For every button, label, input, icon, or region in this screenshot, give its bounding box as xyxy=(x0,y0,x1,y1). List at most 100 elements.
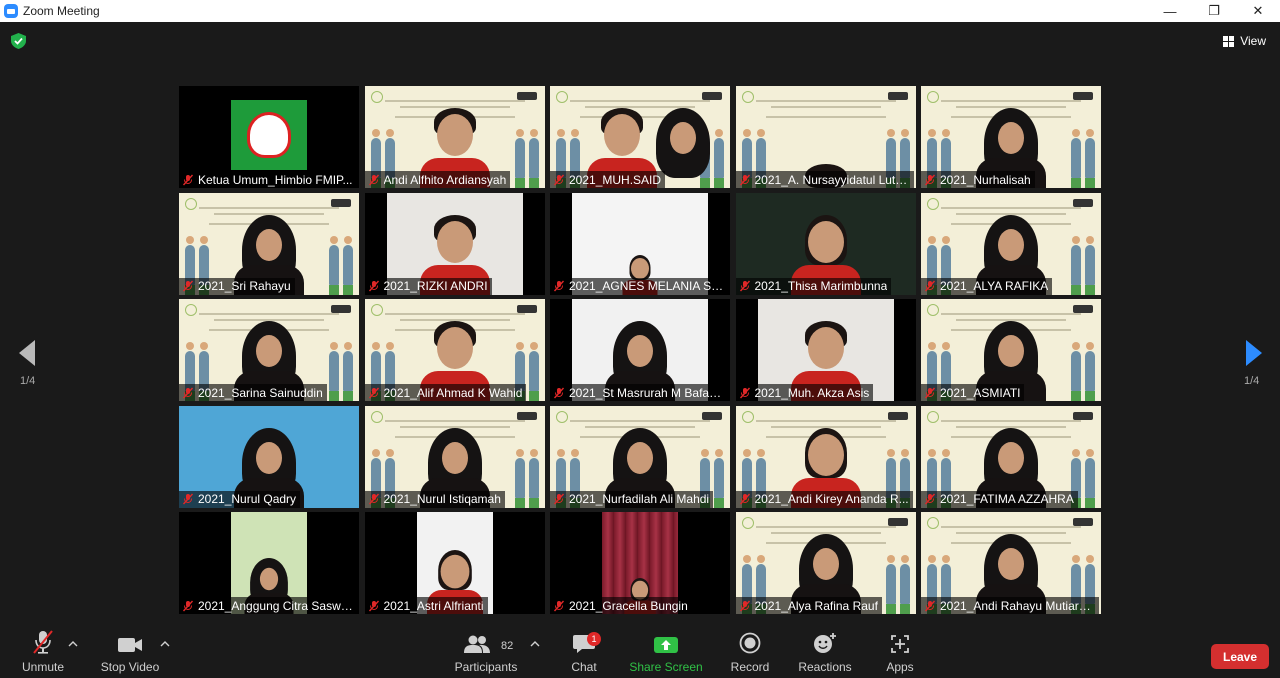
previous-page-arrow-icon[interactable] xyxy=(13,338,43,368)
participant-name: 2021_Nurfadilah Ali Mahdi xyxy=(569,492,710,506)
participant-name: 2021_Muh. Akza Asis xyxy=(754,385,870,400)
participant-name: 2021_Nurul Istiqamah xyxy=(383,492,501,506)
stop-video-button[interactable]: Stop Video xyxy=(98,626,162,678)
participant-video-tile[interactable]: 2021_Astri Alfrianti xyxy=(364,512,545,614)
muted-mic-icon xyxy=(182,600,194,611)
participant-name: Ketua Umum_Himbio FMIP... xyxy=(198,172,353,187)
participant-video-tile[interactable]: 2021_Muh. Akza Asis xyxy=(735,299,916,401)
participant-name: 2021_Thisa Marimbunna xyxy=(754,279,888,293)
record-icon xyxy=(739,632,761,654)
view-button[interactable]: View xyxy=(1223,32,1266,50)
participants-icon xyxy=(464,635,490,653)
participant-video-tile[interactable]: 2021_Alya Rafina Rauf xyxy=(735,512,916,614)
participant-name-label: 2021_ALYA RAFIKA xyxy=(921,277,1053,295)
participant-name: 2021_Astri Alfrianti xyxy=(383,598,484,613)
participant-video-tile[interactable]: 2021_Andi Rahayu Mutiara ... xyxy=(921,512,1101,614)
muted-mic-icon xyxy=(368,387,379,398)
participant-video-tile[interactable]: 2021_Nurul Qadry xyxy=(179,405,359,508)
participant-video-tile[interactable]: 2021_Nurhalisah xyxy=(921,86,1101,188)
participant-name-label: 2021_MUH.SAID xyxy=(550,171,666,188)
participant-video-tile[interactable]: 2021_Nurul Istiqamah xyxy=(364,405,545,508)
page-indicator-left: 1/4 xyxy=(20,375,36,387)
participant-video-tile[interactable]: 2021_AGNES MELANIA S.IR... xyxy=(550,192,730,295)
muted-mic-icon xyxy=(924,493,936,505)
participant-video-tile[interactable]: 2021_Andi Kirey Ananda R... xyxy=(735,405,916,508)
participant-name: 2021_Alya Rafina Rauf xyxy=(754,598,878,613)
participant-name-label: 2021_A. Nursayyidatul Lutfi... xyxy=(735,171,914,188)
muted-microphone-icon xyxy=(33,630,53,654)
stop-video-label: Stop Video xyxy=(100,660,160,674)
participant-video-tile[interactable]: 2021_ASMIATI xyxy=(921,299,1101,401)
muted-mic-icon xyxy=(924,280,936,292)
close-button[interactable]: ✕ xyxy=(1236,0,1280,22)
participant-video-tile[interactable]: 2021_St Masrurah M Bafad... xyxy=(550,299,730,401)
participant-name: 2021_Sarina Sainuddin xyxy=(198,385,323,400)
security-shield-icon[interactable] xyxy=(11,33,26,49)
muted-mic-icon xyxy=(182,493,194,505)
chat-label: Chat xyxy=(571,660,597,674)
restore-button[interactable]: ❐ xyxy=(1192,0,1236,22)
participant-name-label: 2021_Anggung Citra Saswita xyxy=(179,597,357,614)
participant-video-tile[interactable]: 2021_A. Nursayyidatul Lutfi... xyxy=(735,86,916,188)
participant-name-label: 2021_FATIMA AZZAHRA xyxy=(921,490,1078,508)
minimize-button[interactable]: — xyxy=(1148,0,1192,22)
participant-name: 2021_Alif Ahmad K Wahid xyxy=(383,385,523,400)
participant-video-tile[interactable]: 2021_FATIMA AZZAHRA xyxy=(921,405,1101,508)
participant-name-label: 2021_Sarina Sainuddin xyxy=(179,384,327,401)
participant-name: 2021_Sri Rahayu xyxy=(198,279,291,293)
leave-button[interactable]: Leave xyxy=(1211,644,1269,669)
participant-name: 2021_AGNES MELANIA S.IR... xyxy=(569,279,724,293)
participant-name-label: 2021_AGNES MELANIA S.IR... xyxy=(550,277,728,295)
participant-video-tile[interactable]: 2021_Sri Rahayu xyxy=(179,192,359,295)
participant-video-tile[interactable]: 2021_Nurfadilah Ali Mahdi xyxy=(550,405,730,508)
participant-video-tile[interactable]: 2021_MUH.SAID xyxy=(550,86,730,188)
meeting-toolbar: Unmute Stop Video Participants 82 Chat 1… xyxy=(0,626,1280,678)
meeting-area: View 1/4 1/4 Ketua Umum_Himbio FMIP... An… xyxy=(0,22,1280,626)
share-screen-label: Share Screen xyxy=(629,660,703,674)
participant-name-label: 2021_Gracella Bungin xyxy=(550,597,692,614)
unmute-button[interactable]: Unmute xyxy=(18,626,68,678)
muted-mic-icon xyxy=(553,174,565,185)
participants-button[interactable]: Participants xyxy=(452,626,520,678)
participant-video-tile[interactable]: 2021_Thisa Marimbunna xyxy=(735,192,916,295)
participant-video-tile[interactable]: 2021_Sarina Sainuddin xyxy=(179,299,359,401)
video-options-chevron-up-icon[interactable] xyxy=(160,640,170,648)
apps-icon xyxy=(891,635,909,653)
participant-name-label: 2021_Nurul Istiqamah xyxy=(364,490,505,508)
participant-name-label: 2021_Nurul Qadry xyxy=(179,490,301,508)
apps-button[interactable]: Apps xyxy=(880,626,920,678)
muted-mic-icon xyxy=(553,600,565,611)
record-button[interactable]: Record xyxy=(728,626,772,678)
participant-name-label: 2021_Andi Rahayu Mutiara ... xyxy=(921,597,1099,614)
participant-name: 2021_RIZKI ANDRI xyxy=(383,279,488,293)
next-page-arrow-icon[interactable] xyxy=(1238,338,1268,368)
chat-unread-badge: 1 xyxy=(587,632,601,646)
page-indicator-right: 1/4 xyxy=(1244,375,1260,387)
participant-video-tile[interactable]: 2021_Gracella Bungin xyxy=(550,512,730,614)
muted-mic-icon xyxy=(739,174,750,185)
participant-name-label: 2021_ASMIATI xyxy=(921,384,1025,401)
muted-mic-icon xyxy=(368,600,379,611)
participant-name: 2021_FATIMA AZZAHRA xyxy=(940,492,1074,506)
participant-name-label: 2021_Nurhalisah xyxy=(921,171,1035,188)
participants-options-chevron-up-icon[interactable] xyxy=(530,640,540,648)
participant-video-tile[interactable]: Andi Alfhito Ardiansyah xyxy=(364,86,545,188)
muted-mic-icon xyxy=(182,387,194,398)
muted-mic-icon xyxy=(924,600,936,611)
window-title: Zoom Meeting xyxy=(23,4,100,18)
participant-video-tile[interactable]: 2021_RIZKI ANDRI xyxy=(364,192,545,295)
participant-video-tile[interactable]: Ketua Umum_Himbio FMIP... xyxy=(179,86,359,188)
participant-name-label: 2021_Thisa Marimbunna xyxy=(735,277,892,295)
title-bar: Zoom Meeting — ❐ ✕ xyxy=(0,0,1280,22)
audio-options-chevron-up-icon[interactable] xyxy=(68,640,78,648)
participant-video-tile[interactable]: 2021_Anggung Citra Saswita xyxy=(179,512,359,614)
reactions-button[interactable]: Reactions xyxy=(797,626,853,678)
muted-mic-icon xyxy=(368,280,379,292)
participant-video-tile[interactable]: 2021_ALYA RAFIKA xyxy=(921,192,1101,295)
share-screen-arrow-icon xyxy=(654,637,678,653)
muted-mic-icon xyxy=(182,280,194,292)
share-screen-button[interactable]: Share Screen xyxy=(629,626,703,678)
participant-video-tile[interactable]: 2021_Alif Ahmad K Wahid xyxy=(364,299,545,401)
participant-name-label: 2021_Muh. Akza Asis xyxy=(735,384,874,401)
window-controls: — ❐ ✕ xyxy=(1148,0,1280,22)
